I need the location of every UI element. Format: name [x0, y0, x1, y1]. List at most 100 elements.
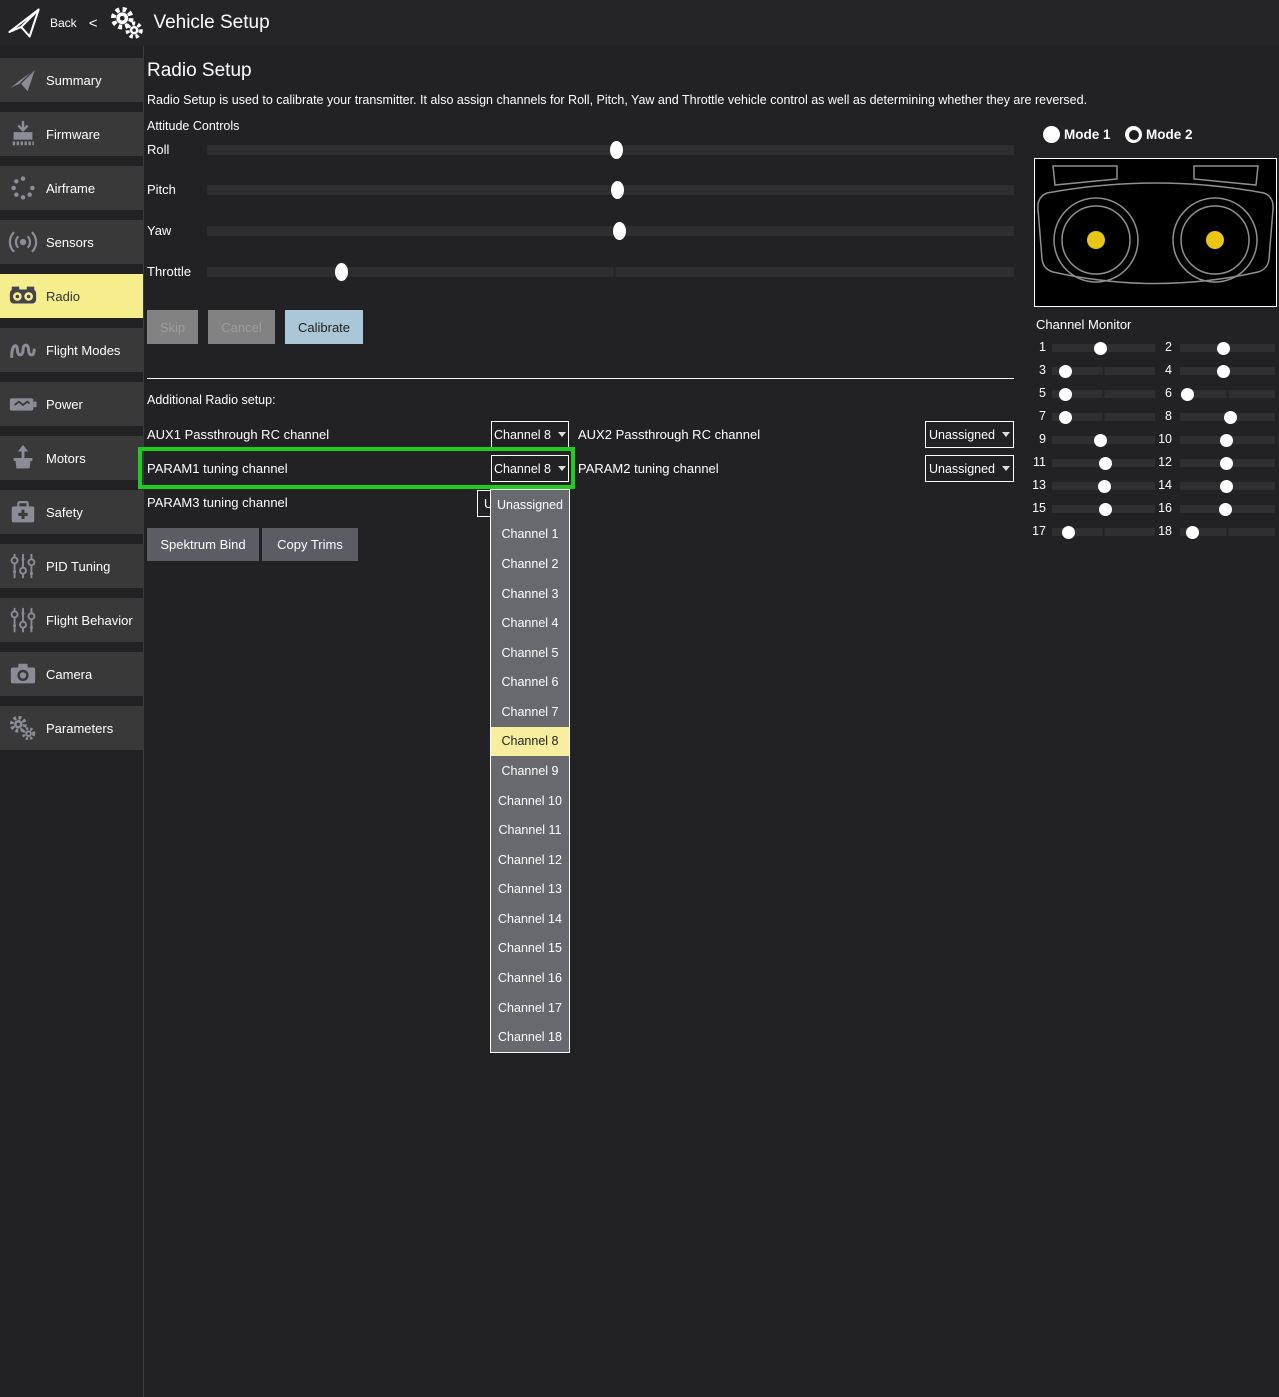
dropdown-option-channel-4[interactable]: Channel 4 — [491, 608, 569, 638]
sidebar-item-label: Parameters — [46, 721, 113, 736]
dropdown-option-channel-8[interactable]: Channel 8 — [491, 727, 569, 757]
sidebar-item-label: PID Tuning — [46, 559, 110, 574]
mode2-label: Mode 2 — [1146, 127, 1193, 142]
pitch-slider-label: Pitch — [147, 182, 176, 197]
chevron-down-icon — [1002, 432, 1010, 437]
dropdown-option-channel-1[interactable]: Channel 1 — [491, 520, 569, 550]
dropdown-option-channel-10[interactable]: Channel 10 — [491, 786, 569, 816]
airframe-icon — [0, 173, 46, 203]
channel-8-monitor-dot — [1224, 411, 1237, 424]
transmitter-image — [1034, 158, 1277, 307]
sidebar-item-label: Power — [46, 397, 83, 412]
page-title: Vehicle Setup — [153, 12, 269, 34]
channel-8-label: 8 — [1146, 409, 1172, 423]
param1-tuning-label: PARAM1 tuning channel — [147, 455, 288, 482]
channel-13-label: 13 — [1020, 478, 1046, 492]
sidebar-item-label: Summary — [46, 73, 102, 88]
section-divider — [147, 378, 1014, 379]
app-logo-icon — [2, 3, 46, 43]
sidebar-item-label: Safety — [46, 505, 83, 520]
aux1-passthrough-dropdown[interactable]: Channel 8 — [491, 421, 569, 448]
dropdown-option-channel-3[interactable]: Channel 3 — [491, 579, 569, 609]
power-icon — [0, 389, 46, 419]
sidebar-divider — [143, 46, 144, 1397]
aux1-passthrough-label: AUX1 Passthrough RC channel — [147, 421, 329, 448]
sidebar-item-flight-modes[interactable]: Flight Modes — [0, 328, 143, 372]
sidebar: Summary Firmware Airframe Sensors Radio Fligh… — [0, 58, 143, 760]
sidebar-item-pid-tuning[interactable]: PID Tuning — [0, 544, 143, 588]
throttle-slider-track[interactable] — [207, 267, 1014, 277]
dropdown-option-channel-6[interactable]: Channel 6 — [491, 667, 569, 697]
channel-7-label: 7 — [1020, 409, 1046, 423]
throttle-slider-handle[interactable] — [335, 263, 348, 281]
param2-tuning-dropdown[interactable]: Unassigned — [925, 455, 1014, 482]
back-button[interactable]: Back — [50, 16, 77, 30]
mode1-radio[interactable] — [1043, 126, 1060, 143]
dropdown-option-channel-7[interactable]: Channel 7 — [491, 697, 569, 727]
sidebar-item-airframe[interactable]: Airframe — [0, 166, 143, 210]
dropdown-option-channel-11[interactable]: Channel 11 — [491, 815, 569, 845]
calibrate-button[interactable]: Calibrate — [285, 310, 363, 344]
param1-tuning-dropdown[interactable]: Channel 8 — [491, 455, 569, 482]
channel-9-label: 9 — [1020, 432, 1046, 446]
spektrum-bind-button[interactable]: Spektrum Bind — [147, 528, 259, 561]
pid-tuning-icon — [0, 551, 46, 581]
sidebar-item-flight-behavior[interactable]: Flight Behavior — [0, 598, 143, 642]
breadcrumb-separator: < — [89, 15, 98, 32]
flight-modes-icon — [0, 335, 46, 365]
dropdown-option-channel-2[interactable]: Channel 2 — [491, 549, 569, 579]
channel-18-label: 18 — [1146, 524, 1172, 538]
top-bar: Back < Vehicle Setup — [0, 0, 1279, 46]
dropdown-option-channel-18[interactable]: Channel 18 — [491, 1022, 569, 1052]
channel-2-label: 2 — [1146, 340, 1172, 354]
channel-6-label: 6 — [1146, 386, 1172, 400]
channel-6-monitor-dot — [1181, 388, 1194, 401]
dropdown-option-channel-17[interactable]: Channel 17 — [491, 993, 569, 1023]
channel-9-monitor-dot — [1094, 434, 1107, 447]
section-description: Radio Setup is used to calibrate your tr… — [147, 93, 1107, 107]
sidebar-item-label: Sensors — [46, 235, 94, 250]
throttle-slider-label: Throttle — [147, 264, 191, 279]
sidebar-item-summary[interactable]: Summary — [0, 58, 143, 102]
camera-icon — [0, 659, 46, 689]
yaw-slider-track[interactable] — [207, 226, 1014, 236]
chevron-down-icon — [558, 466, 566, 471]
skip-button[interactable]: Skip — [147, 310, 198, 344]
yaw-slider-handle[interactable] — [613, 222, 626, 240]
channel-monitor-label: Channel Monitor — [1036, 317, 1131, 332]
param3-tuning-label: PARAM3 tuning channel — [147, 489, 288, 516]
firmware-icon — [0, 119, 46, 149]
dropdown-option-channel-13[interactable]: Channel 13 — [491, 875, 569, 905]
chevron-down-icon — [1002, 466, 1010, 471]
yaw-slider-label: Yaw — [147, 223, 171, 238]
pitch-slider-handle[interactable] — [611, 181, 624, 199]
section-title: Radio Setup — [147, 60, 252, 82]
sensors-icon — [0, 227, 46, 257]
dropdown-option-channel-12[interactable]: Channel 12 — [491, 845, 569, 875]
sidebar-item-radio[interactable]: Radio — [0, 274, 143, 318]
flight-behavior-icon — [0, 605, 46, 635]
right-stick-dot — [1206, 231, 1224, 249]
channel-7-monitor-dot — [1059, 411, 1072, 424]
dropdown-option-channel-9[interactable]: Channel 9 — [491, 756, 569, 786]
aux2-passthrough-dropdown[interactable]: Unassigned — [925, 421, 1014, 448]
dropdown-option-channel-14[interactable]: Channel 14 — [491, 904, 569, 934]
roll-slider-handle[interactable] — [610, 141, 623, 159]
sidebar-item-camera[interactable]: Camera — [0, 652, 143, 696]
channel-17-label: 17 — [1020, 524, 1046, 538]
sidebar-item-parameters[interactable]: Parameters — [0, 706, 143, 750]
dropdown-option-channel-5[interactable]: Channel 5 — [491, 638, 569, 668]
sidebar-item-label: Flight Behavior — [46, 613, 133, 628]
sidebar-item-safety[interactable]: Safety — [0, 490, 143, 534]
sidebar-item-sensors[interactable]: Sensors — [0, 220, 143, 264]
dropdown-option-channel-15[interactable]: Channel 15 — [491, 934, 569, 964]
sidebar-item-motors[interactable]: Motors — [0, 436, 143, 480]
copy-trims-button[interactable]: Copy Trims — [262, 528, 358, 561]
dropdown-option-channel-16[interactable]: Channel 16 — [491, 963, 569, 993]
mode2-radio[interactable] — [1125, 126, 1142, 143]
sidebar-item-firmware[interactable]: Firmware — [0, 112, 143, 156]
dropdown-option-unassigned[interactable]: Unassigned — [491, 490, 569, 520]
sidebar-item-power[interactable]: Power — [0, 382, 143, 426]
channel-4-label: 4 — [1146, 363, 1172, 377]
cancel-button[interactable]: Cancel — [208, 310, 275, 344]
